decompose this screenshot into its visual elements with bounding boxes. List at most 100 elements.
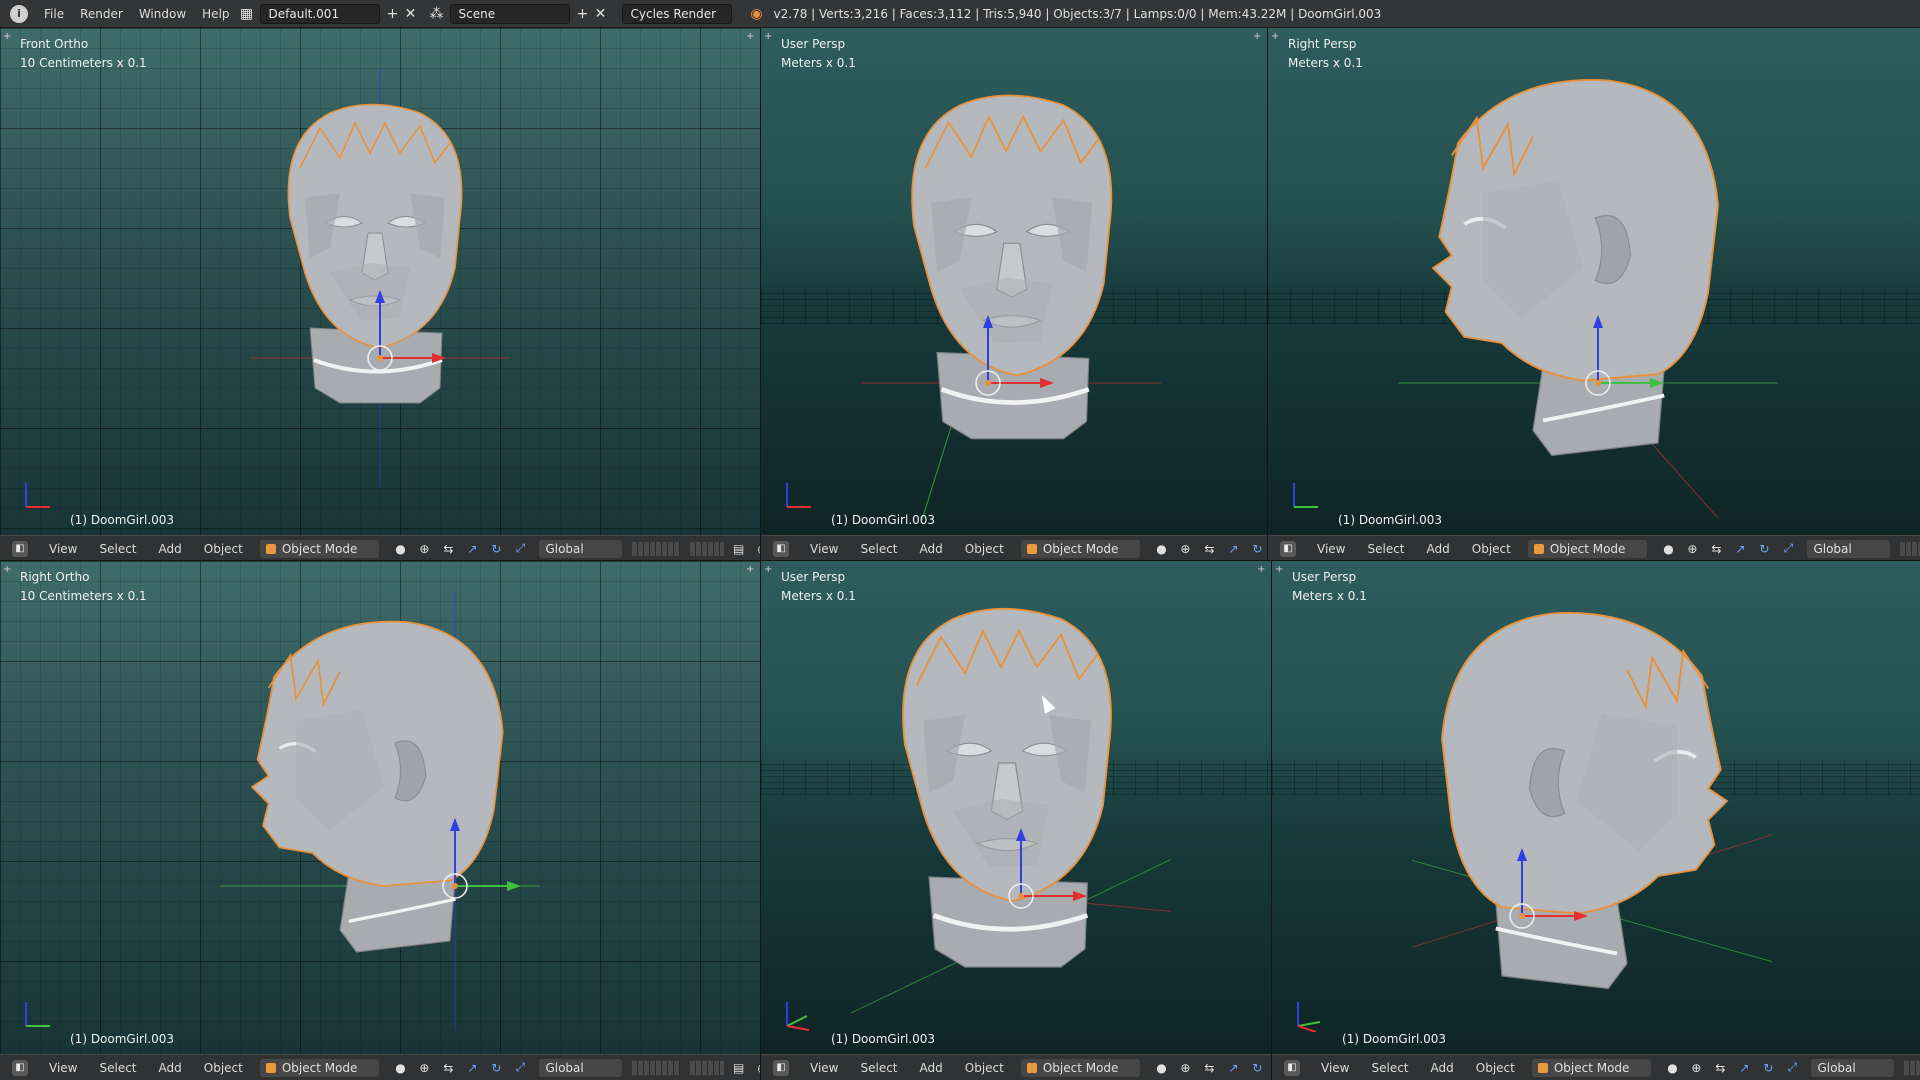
scale-manipulator-icon[interactable]: ⤢ [511, 1059, 529, 1077]
scale-manipulator-icon[interactable]: ⤢ [511, 540, 529, 558]
menu-help[interactable]: Help [194, 0, 237, 28]
menu-object[interactable]: Object [193, 542, 254, 556]
menu-object[interactable]: Object [1465, 1061, 1526, 1075]
menu-object[interactable]: Object [1461, 542, 1522, 556]
info-editor-icon[interactable]: i [10, 4, 28, 23]
menu-object[interactable]: Object [954, 1061, 1015, 1075]
translate-manipulator-icon[interactable]: ↗ [1731, 540, 1749, 558]
menu-view[interactable]: View [799, 1061, 849, 1075]
layer-buttons[interactable] [1903, 1060, 1920, 1075]
manipulator-toggle-icon[interactable]: ⇆ [439, 1059, 457, 1077]
area-split-handle-icon[interactable]: + [746, 565, 756, 575]
area-split-handle-icon[interactable]: + [746, 32, 756, 42]
area-split-handle-icon[interactable]: + [1271, 32, 1281, 42]
area-split-handle-icon[interactable]: + [3, 32, 13, 42]
scene-field[interactable]: Scene [449, 3, 570, 24]
menu-file[interactable]: File [36, 0, 72, 28]
remove-scene-icon[interactable]: ✕ [592, 5, 610, 23]
layer-buttons[interactable] [689, 1060, 724, 1075]
area-split-handle-icon[interactable]: + [1253, 32, 1263, 42]
mode-select[interactable]: Object Mode [1527, 539, 1648, 558]
pivot-point-icon[interactable]: ⊕ [1176, 1059, 1194, 1077]
pivot-point-icon[interactable]: ⊕ [415, 1059, 433, 1077]
menu-add[interactable]: Add [1420, 1061, 1465, 1075]
layer-buttons[interactable] [631, 541, 680, 556]
lock-layers-icon[interactable]: ▤ [730, 1059, 748, 1077]
mode-select[interactable]: Object Mode [1531, 1058, 1652, 1077]
transform-orientation-select[interactable]: Global [539, 539, 622, 558]
menu-select[interactable]: Select [1360, 1061, 1419, 1075]
rotate-manipulator-icon[interactable]: ↻ [487, 1059, 505, 1077]
scale-manipulator-icon[interactable]: ⤢ [1783, 1059, 1801, 1077]
lock-layers-icon[interactable]: ▤ [730, 540, 748, 558]
rotate-manipulator-icon[interactable]: ↻ [1759, 1059, 1777, 1077]
head-mesh[interactable] [851, 581, 1171, 1041]
menu-view[interactable]: View [1310, 1061, 1360, 1075]
menu-select[interactable]: Select [88, 1061, 147, 1075]
mode-select[interactable]: Object Mode [1020, 539, 1141, 558]
area-divider[interactable] [1267, 28, 1268, 561]
menu-view[interactable]: View [799, 542, 849, 556]
editor-type-icon[interactable]: ◧ [1280, 540, 1296, 557]
menu-select[interactable]: Select [1356, 542, 1415, 556]
menu-add[interactable]: Add [148, 542, 193, 556]
viewport-right-ortho[interactable]: Right Ortho 10 Centimeters x 0.1 (1) Doo… [0, 561, 760, 1054]
layer-buttons[interactable] [689, 541, 724, 556]
transform-orientation-select[interactable]: Global [539, 1058, 622, 1077]
viewport-shading-icon[interactable]: ● [1152, 540, 1170, 558]
translate-manipulator-icon[interactable]: ↗ [463, 1059, 481, 1077]
transform-orientation-select[interactable]: Global [1807, 539, 1890, 558]
scale-manipulator-icon[interactable]: ⤢ [1779, 540, 1797, 558]
head-mesh[interactable] [250, 68, 510, 488]
scene-icon[interactable]: ⁂ [428, 5, 446, 23]
area-split-handle-icon[interactable]: + [3, 565, 13, 575]
head-mesh[interactable] [861, 63, 1161, 523]
editor-type-icon[interactable]: ◧ [773, 1059, 789, 1076]
layer-buttons[interactable] [631, 1060, 680, 1075]
editor-type-icon[interactable]: ◧ [1284, 1059, 1300, 1076]
translate-manipulator-icon[interactable]: ↗ [1735, 1059, 1753, 1077]
menu-object[interactable]: Object [954, 542, 1015, 556]
mode-select[interactable]: Object Mode [1020, 1058, 1141, 1077]
area-split-handle-icon[interactable]: + [1257, 565, 1267, 575]
area-split-handle-icon[interactable]: + [1275, 565, 1285, 575]
menu-view[interactable]: View [38, 1061, 88, 1075]
manipulator-toggle-icon[interactable]: ⇆ [439, 540, 457, 558]
menu-render[interactable]: Render [72, 0, 131, 28]
editor-type-icon[interactable]: ◧ [12, 540, 28, 557]
menu-add[interactable]: Add [909, 1061, 954, 1075]
head-mesh[interactable] [1398, 38, 1778, 518]
menu-view[interactable]: View [38, 542, 88, 556]
viewport-front-ortho[interactable]: Front Ortho 10 Centimeters x 0.1 (1) Doo… [0, 28, 760, 535]
add-scene-icon[interactable]: + [574, 5, 592, 23]
viewport-user-persp[interactable]: User Persp Meters x 0.1 (1) DoomGirl.003… [761, 28, 1267, 535]
menu-add[interactable]: Add [1416, 542, 1461, 556]
manipulator-toggle-icon[interactable]: ⇆ [1707, 540, 1725, 558]
viewport-shading-icon[interactable]: ● [1659, 540, 1677, 558]
menu-select[interactable]: Select [849, 542, 908, 556]
menu-select[interactable]: Select [849, 1061, 908, 1075]
screen-layout-field[interactable]: Default.001 [259, 3, 380, 24]
rotate-manipulator-icon[interactable]: ↻ [1248, 540, 1266, 558]
viewport-user-persp-3[interactable]: User Persp Meters x 0.1 (1) DoomGirl.003… [1272, 561, 1920, 1054]
head-mesh[interactable] [220, 591, 540, 1031]
editor-type-icon[interactable]: ◧ [12, 1059, 28, 1076]
translate-manipulator-icon[interactable]: ↗ [463, 540, 481, 558]
area-divider[interactable] [1271, 561, 1272, 1080]
pivot-point-icon[interactable]: ⊕ [1683, 540, 1701, 558]
translate-manipulator-icon[interactable]: ↗ [1224, 540, 1242, 558]
rotate-manipulator-icon[interactable]: ↻ [487, 540, 505, 558]
manipulator-toggle-icon[interactable]: ⇆ [1200, 1059, 1218, 1077]
menu-add[interactable]: Add [909, 542, 954, 556]
pivot-point-icon[interactable]: ⊕ [415, 540, 433, 558]
viewport-right-persp[interactable]: Right Persp Meters x 0.1 (1) DoomGirl.00… [1268, 28, 1920, 535]
menu-window[interactable]: Window [131, 0, 194, 28]
render-engine-select[interactable]: Cycles Render [621, 3, 732, 24]
menu-object[interactable]: Object [193, 1061, 254, 1075]
viewport-shading-icon[interactable]: ● [391, 1059, 409, 1077]
head-mesh[interactable] [1412, 571, 1772, 1051]
viewport-shading-icon[interactable]: ● [1152, 1059, 1170, 1077]
area-split-handle-icon[interactable]: + [764, 565, 774, 575]
area-divider[interactable] [0, 560, 1920, 561]
manipulator-toggle-icon[interactable]: ⇆ [1711, 1059, 1729, 1077]
